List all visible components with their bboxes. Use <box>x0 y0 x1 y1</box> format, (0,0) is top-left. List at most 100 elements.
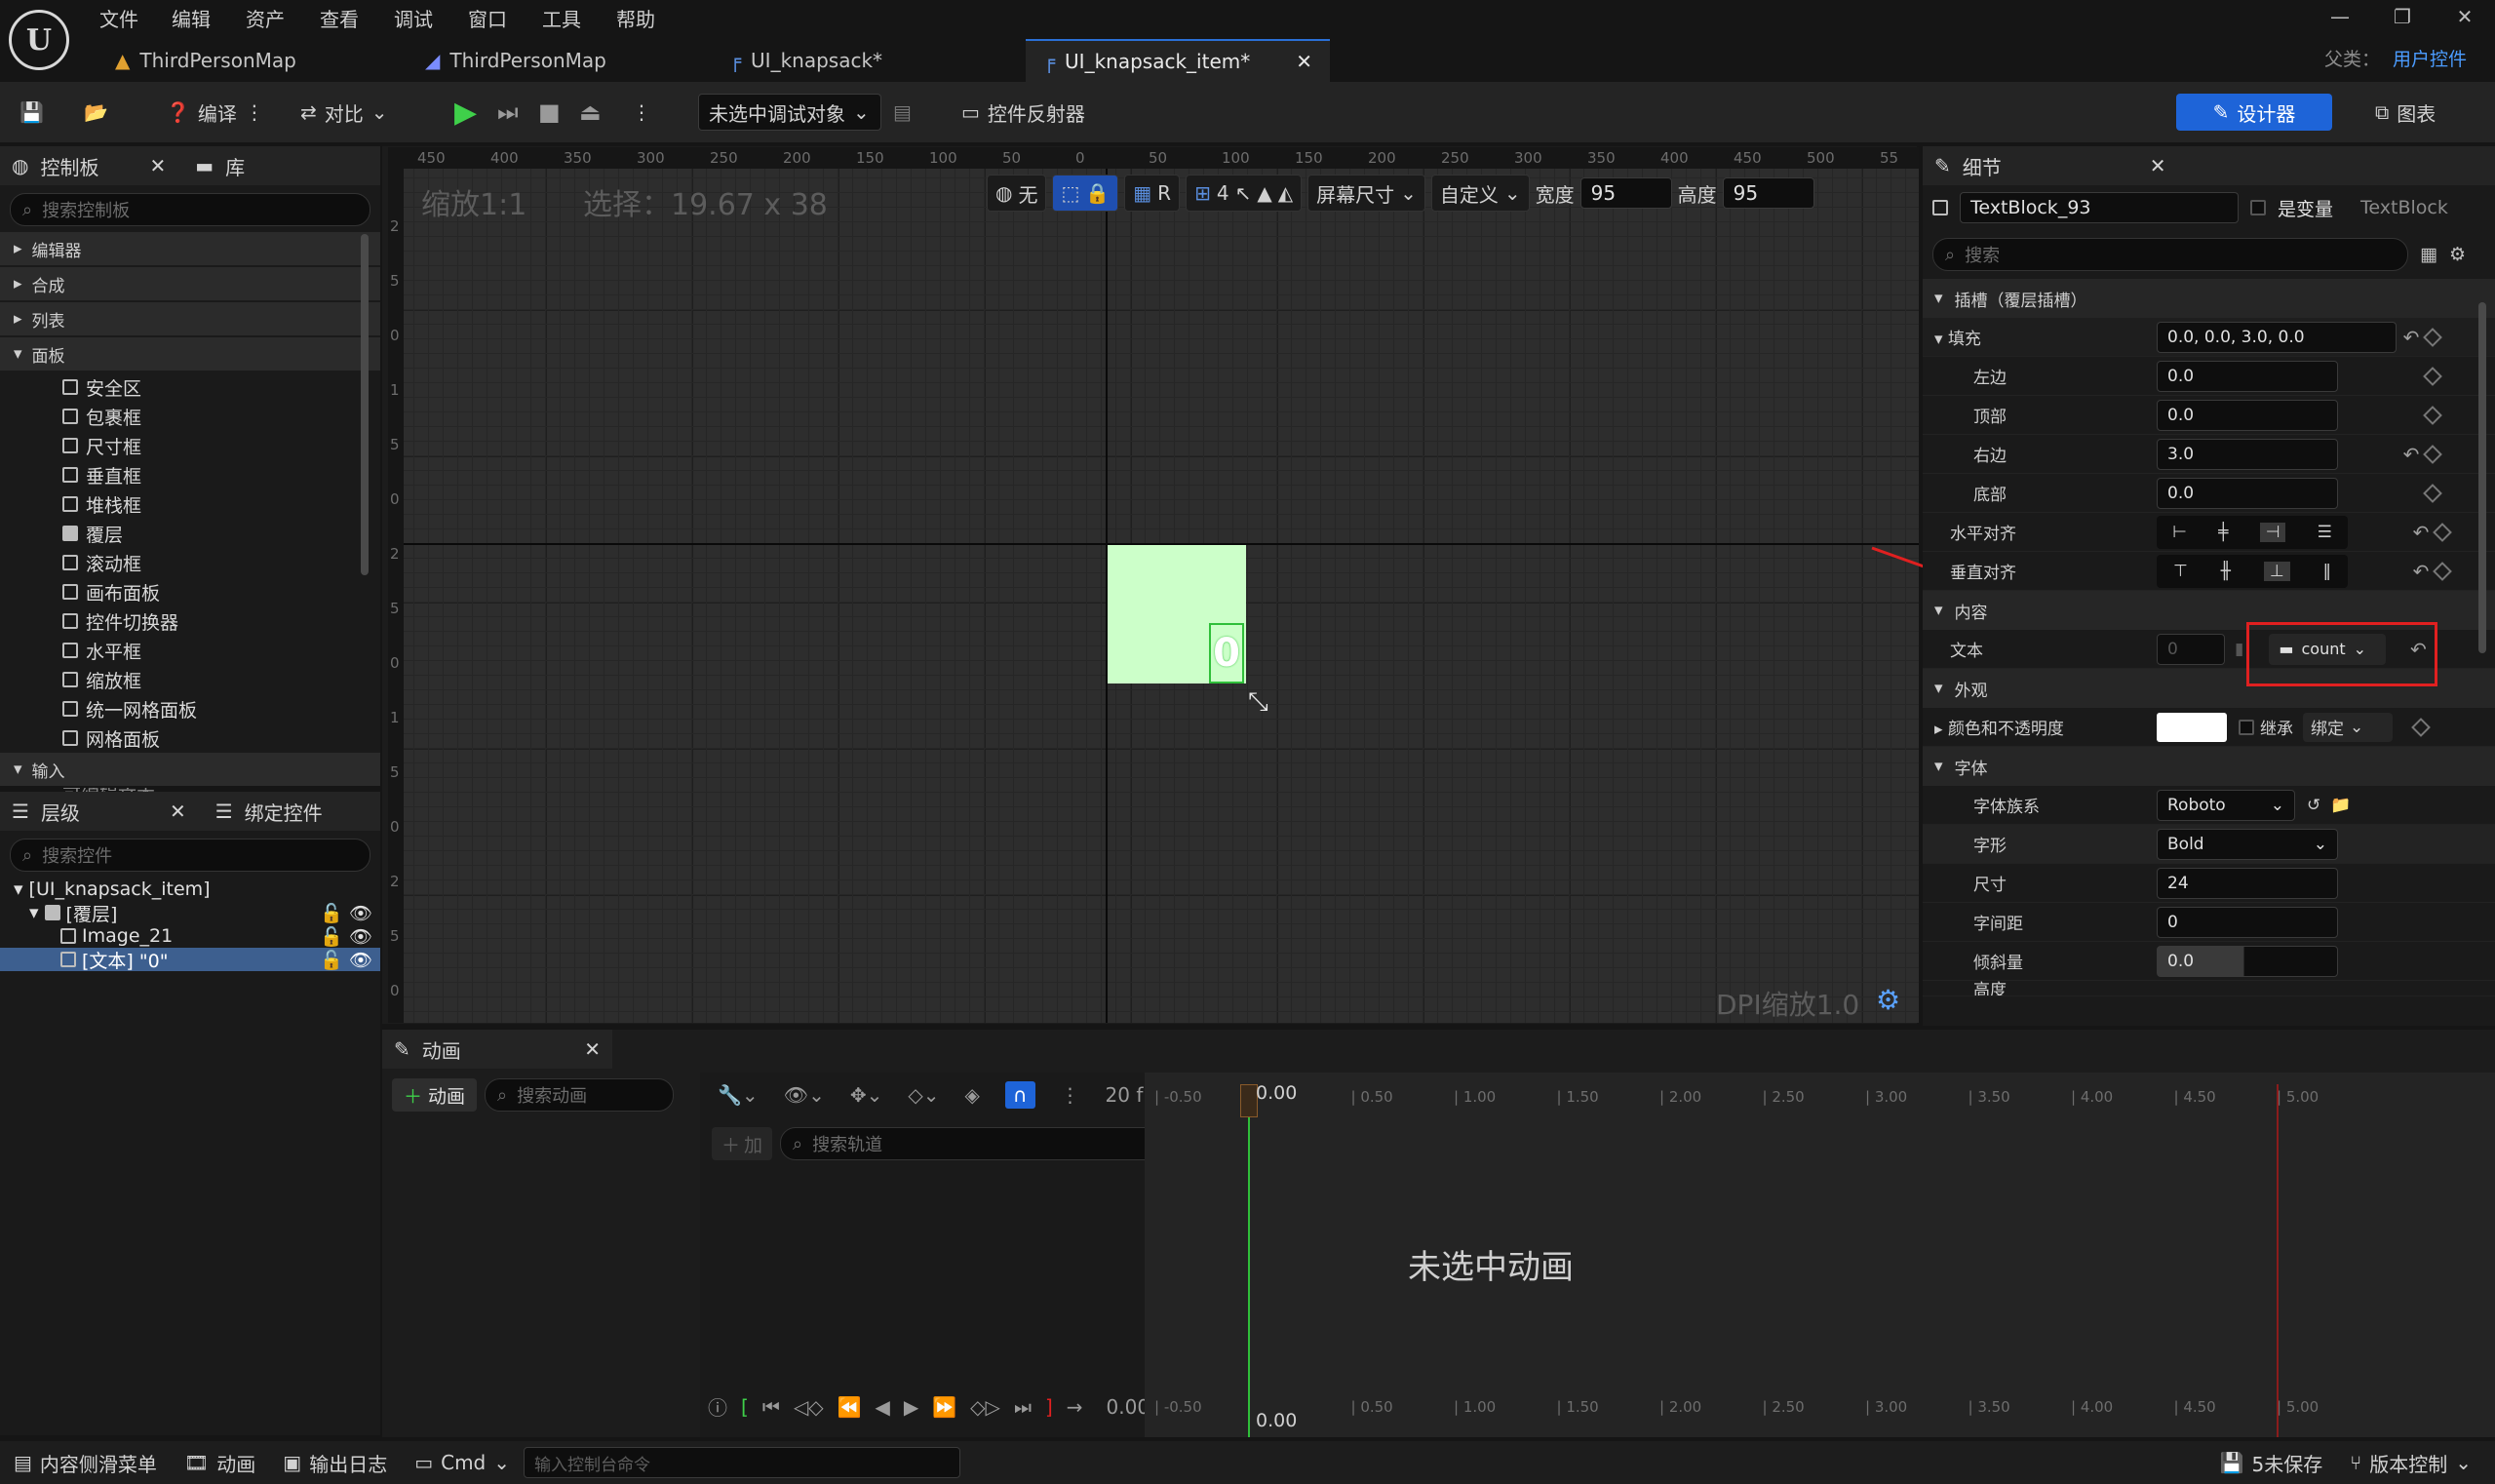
unreal-logo-icon[interactable]: U <box>9 10 69 70</box>
close-tab-icon[interactable]: ✕ <box>584 1037 601 1061</box>
more-icon[interactable]: ⋮ <box>1061 1083 1080 1107</box>
menu-view[interactable]: 查看 <box>320 4 359 32</box>
timeline[interactable]: | -0.50 | 0.50 | 1.00 | 1.50 | 2.00 | 2.50 | 3… <box>1145 1073 2495 1437</box>
bottom-input[interactable]: 0.0 <box>2157 477 2338 509</box>
reset-icon[interactable]: ↶ <box>2406 521 2436 544</box>
lock-icon[interactable]: 🔓 <box>320 925 343 948</box>
loop-icon[interactable]: → <box>1067 1395 1083 1419</box>
palette-item-sizebox[interactable]: 尺寸框 <box>0 431 380 460</box>
animation-search[interactable]: ⌕ 搜索动画 <box>485 1078 675 1112</box>
find-in-world-icon[interactable]: ▤ <box>893 94 912 131</box>
align-right-icon[interactable]: ⊣ <box>2259 522 2286 542</box>
tab-hierarchy[interactable]: 层级 <box>41 798 80 826</box>
jump-start-icon[interactable]: ⏮ <box>762 1395 780 1419</box>
jump-end-icon[interactable]: ⏭ <box>1014 1395 1032 1419</box>
playhead-line[interactable] <box>1248 1084 1250 1437</box>
output-log-button[interactable]: ▣ 输出日志 <box>269 1443 401 1482</box>
inherit-checkbox[interactable] <box>2239 719 2254 735</box>
category-editor[interactable]: ▸ 编辑器 <box>0 232 380 265</box>
tab-bind-widgets[interactable]: 绑定控件 <box>245 798 323 826</box>
width-input[interactable]: 95 <box>1579 177 1672 209</box>
minimize-icon[interactable]: — <box>2311 0 2369 33</box>
lock-icon[interactable]: 🔓 <box>320 949 343 971</box>
transform-icon[interactable]: ✥⌄ <box>850 1083 883 1107</box>
eye-icon[interactable]: 👁 <box>349 925 372 948</box>
align-bottom-icon[interactable]: ⊥ <box>2263 561 2290 581</box>
tree-text-selected[interactable]: [文本] "0" 🔓 👁 <box>0 948 380 972</box>
tab-thirdpersonmap-1[interactable]: ▲ ThirdPersonMap <box>97 39 314 82</box>
source-control-button[interactable]: ⑂ 版本控制 ⌄ <box>2336 1443 2485 1482</box>
console-input[interactable]: 输入控制台命令 <box>524 1447 961 1478</box>
padding-input[interactable]: 0.0, 0.0, 3.0, 0.0 <box>2157 321 2397 353</box>
widget-reflector-button[interactable]: ▭ 控件反射器 <box>961 94 1085 131</box>
menu-assets[interactable]: 资产 <box>246 4 285 32</box>
details-search[interactable]: ⌕ 搜索 <box>1932 238 2408 271</box>
tree-root[interactable]: ▾ [UI_knapsack_item] <box>0 878 380 901</box>
play-icon[interactable]: ▶ <box>454 94 477 131</box>
letter-spacing-input[interactable]: 0 <box>2157 906 2338 938</box>
top-input[interactable]: 0.0 <box>2157 399 2338 431</box>
tab-animation[interactable]: 动画 <box>422 1035 461 1064</box>
restore-icon[interactable]: ❐ <box>2373 0 2432 33</box>
section-slot[interactable]: ▾ 插槽（覆层插槽） <box>1923 279 2495 318</box>
keyframe-diamond-icon[interactable] <box>2433 522 2452 542</box>
step-forward-key-icon[interactable]: ◇▷ <box>970 1395 1000 1419</box>
palette-item-safezone[interactable]: 安全区 <box>0 372 380 402</box>
reset-icon[interactable]: ↶ <box>2397 443 2426 466</box>
browse-back-icon[interactable]: ↺ <box>2307 796 2320 815</box>
wrench-icon[interactable]: 🔧⌄ <box>718 1083 759 1107</box>
tree-image[interactable]: Image_21 🔓 👁 <box>0 924 380 948</box>
eye-icon[interactable]: 👁 <box>349 949 372 971</box>
hierarchy-search[interactable]: ⌕ 搜索控件 <box>10 839 370 872</box>
settings-gear-icon[interactable]: ⚙ <box>2449 244 2466 265</box>
align-middle-icon[interactable]: ╫ <box>2221 562 2231 581</box>
menu-help[interactable]: 帮助 <box>616 4 655 32</box>
close-tab-icon[interactable]: ✕ <box>1296 50 1312 73</box>
lock-icon[interactable]: 🔓 <box>320 902 343 924</box>
category-panel[interactable]: ▾ 面板 <box>0 337 380 371</box>
palette-item-uniformgrid[interactable]: 统一网格面板 <box>0 694 380 723</box>
add-animation-button[interactable]: ＋动画 <box>392 1078 478 1112</box>
snap-magnet-icon[interactable]: ∩ <box>1004 1081 1035 1109</box>
designer-canvas[interactable]: 缩放1:1 选择：19.67 x 38 0 ⤡ DPI缩放1.0 ⚙ ◍ 无 ⬚ 🔒… <box>404 169 1919 1023</box>
end-marker-line[interactable] <box>2277 1084 2279 1437</box>
typeface-dropdown[interactable]: Bold ⌄ <box>2157 828 2338 860</box>
reset-icon[interactable]: ↶ <box>2397 326 2426 349</box>
palette-search[interactable]: ⌕ 搜索控制板 <box>10 193 370 226</box>
color-swatch[interactable] <box>2157 712 2227 742</box>
keyframe-diamond-icon[interactable] <box>2423 366 2442 386</box>
palette-item-gridpanel[interactable]: 网格面板 <box>0 723 380 753</box>
section-font[interactable]: ▾ 字体 <box>1923 747 2495 786</box>
eye-icon[interactable]: 👁 <box>349 902 372 924</box>
add-track-button[interactable]: ＋加 <box>712 1127 773 1160</box>
align-fill-icon[interactable]: ☰ <box>2318 523 2332 542</box>
align-center-icon[interactable]: ╪ <box>2218 523 2228 542</box>
tab-palette[interactable]: 控制板 <box>40 152 98 180</box>
eject-icon[interactable]: ⏏ <box>579 94 602 131</box>
keyframe-diamond-icon[interactable] <box>2423 483 2442 503</box>
align-left-icon[interactable]: ⊢ <box>2172 523 2187 542</box>
font-family-dropdown[interactable]: Roboto ⌄ <box>2157 789 2295 821</box>
save-icon[interactable]: 💾 <box>19 94 44 131</box>
localization-button[interactable]: ◍ 无 <box>987 175 1047 212</box>
graph-mode-button[interactable]: ⧉ 图表 <box>2375 94 2436 131</box>
palette-item-stackbox[interactable]: 堆栈框 <box>0 489 380 519</box>
close-tab-icon[interactable]: ✕ <box>170 800 186 823</box>
palette-item-widgetswitcher[interactable]: 控件切换器 <box>0 606 380 636</box>
keyframe-diamond-icon[interactable] <box>2411 717 2431 737</box>
more-icon[interactable]: ⋮ <box>245 100 264 124</box>
auto-key-icon[interactable]: ◈ <box>964 1083 979 1107</box>
close-window-icon[interactable]: ✕ <box>2436 0 2494 33</box>
play-icon[interactable]: ▶ <box>904 1395 918 1419</box>
bind-dropdown[interactable]: 绑定 ⌄ <box>2303 712 2393 742</box>
menu-tools[interactable]: 工具 <box>542 4 581 32</box>
more-icon[interactable]: ⋮ <box>632 94 651 131</box>
palette-item-overlay[interactable]: 覆层 <box>0 519 380 548</box>
keyframe-diamond-icon[interactable] <box>2423 405 2442 425</box>
close-tab-icon[interactable]: ✕ <box>149 154 166 177</box>
tab-ui-knapsack[interactable]: ╒ UI_knapsack* <box>712 39 900 82</box>
dpi-settings-gear-icon[interactable]: ⚙ <box>1876 984 1900 1016</box>
step-forward-icon[interactable]: ⏩ <box>932 1395 956 1419</box>
designer-mode-button[interactable]: ✎ 设计器 <box>2176 94 2332 131</box>
parent-class-link[interactable]: 用户控件 <box>2393 45 2467 71</box>
